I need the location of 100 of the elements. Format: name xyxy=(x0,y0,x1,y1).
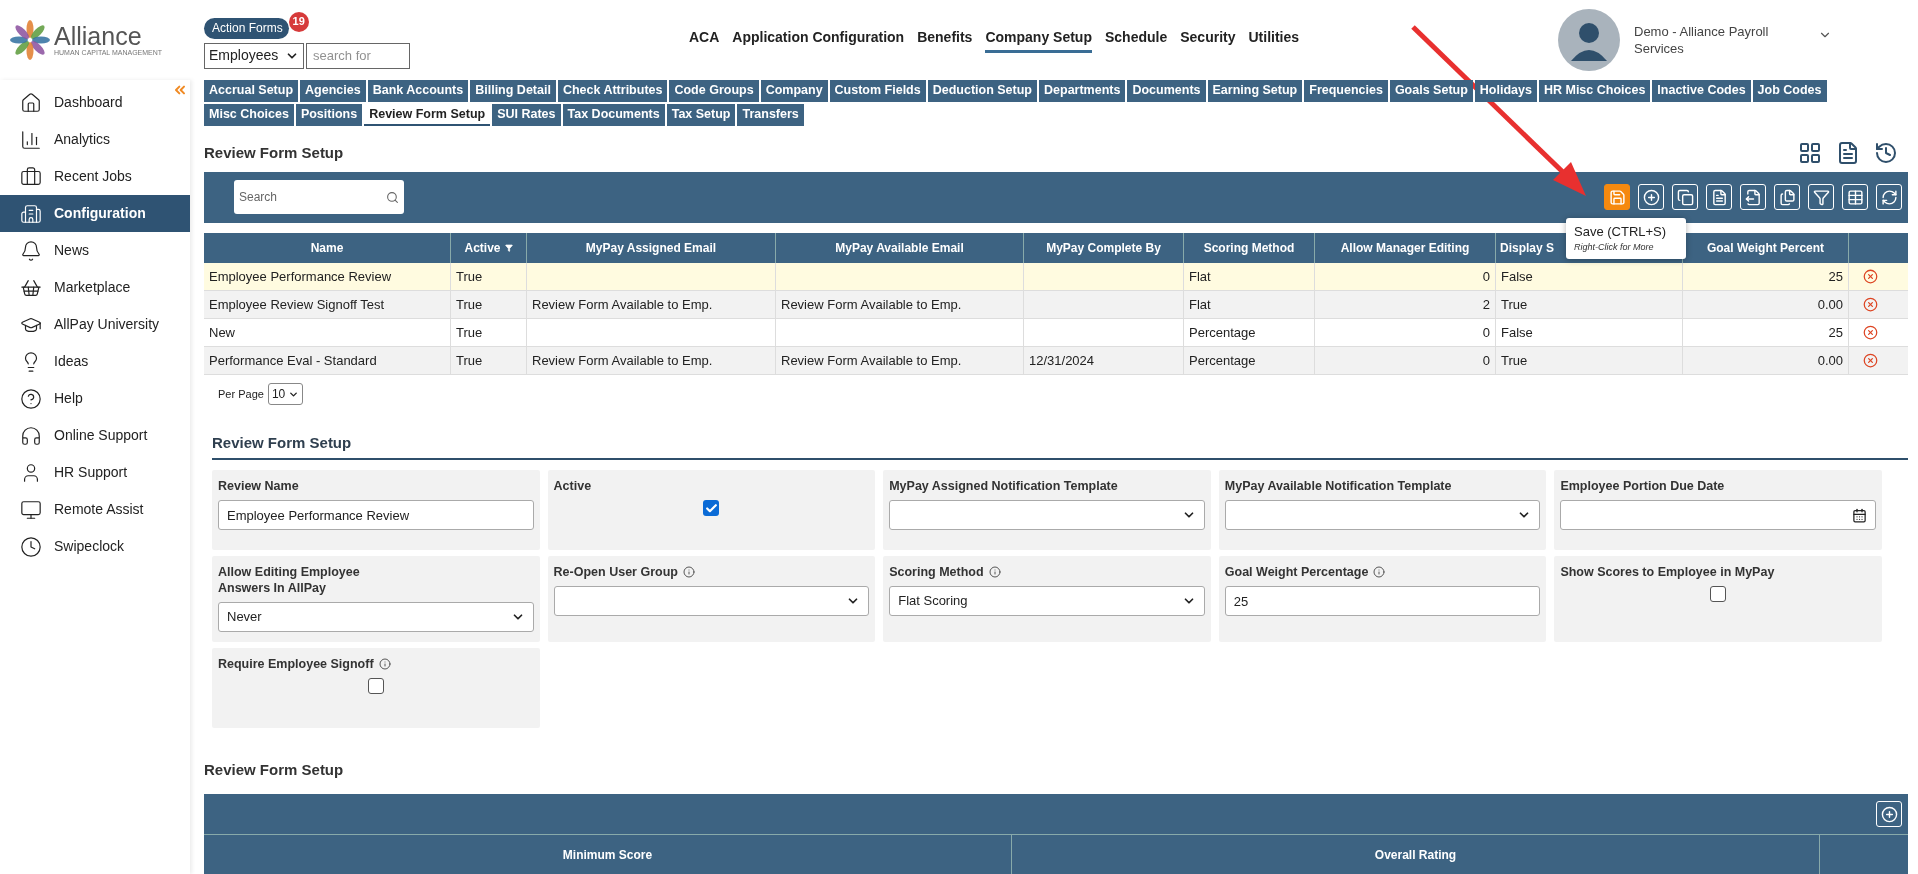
field-label: Allow Editing Employee Answers In AllPay xyxy=(218,564,361,596)
select-field[interactable] xyxy=(1224,500,1541,530)
select-field[interactable] xyxy=(553,586,870,616)
delete-icon[interactable] xyxy=(1863,325,1878,340)
nav-link[interactable]: Benefits xyxy=(917,27,973,53)
add-button[interactable] xyxy=(1638,184,1664,211)
tab[interactable]: Custom Fields xyxy=(829,80,926,102)
sidebar-item[interactable]: Help xyxy=(0,380,190,417)
table-cell-text: True xyxy=(456,323,483,342)
filter-button[interactable] xyxy=(1808,184,1834,211)
text-field[interactable]: 25 xyxy=(1224,586,1541,616)
checkbox[interactable] xyxy=(367,678,384,694)
tab[interactable]: Tax Documents xyxy=(562,104,665,126)
document-icon[interactable] xyxy=(1836,140,1860,165)
select-field[interactable] xyxy=(889,500,1205,530)
tab[interactable]: HR Misc Choices xyxy=(1538,80,1651,102)
document-button[interactable] xyxy=(1706,184,1732,211)
tab[interactable]: Inactive Codes xyxy=(1652,80,1751,102)
tab[interactable]: Agencies xyxy=(300,80,366,102)
grid-view-icon[interactable] xyxy=(1798,140,1822,165)
checkbox[interactable] xyxy=(703,500,720,516)
sort-icon[interactable] xyxy=(504,244,513,252)
tab[interactable]: Billing Detail xyxy=(470,80,556,102)
tab[interactable]: SUI Rates xyxy=(492,104,561,126)
tab[interactable]: Departments xyxy=(1039,80,1126,102)
checkbox[interactable] xyxy=(1710,586,1727,602)
save-icon xyxy=(1608,188,1626,206)
nav-link[interactable]: ACA xyxy=(688,27,720,53)
sidebar-item[interactable]: Dashboard xyxy=(0,84,190,121)
tab[interactable]: Goals Setup xyxy=(1389,80,1473,102)
nav-link[interactable]: Schedule xyxy=(1104,27,1168,53)
field-label: Employee Portion Due Date xyxy=(1560,478,1725,494)
table-cell-text: Review Form Available to Emp. xyxy=(781,295,962,314)
sidebar-item[interactable]: Swipeclock xyxy=(0,528,190,565)
sidebar-item[interactable]: Ideas xyxy=(0,343,190,380)
nav-link[interactable]: Company Setup xyxy=(985,27,1092,53)
sidebar-item[interactable]: Online Support xyxy=(0,417,190,454)
sidebar-item[interactable]: Marketplace xyxy=(0,269,190,306)
copy-button[interactable] xyxy=(1774,184,1800,211)
per-page-select[interactable]: 10 xyxy=(267,383,304,405)
table-icon xyxy=(1846,188,1864,206)
sidebar-item[interactable]: Analytics xyxy=(0,121,190,158)
field-label: Review Name xyxy=(218,478,299,494)
history-icon[interactable] xyxy=(1874,140,1898,165)
tab[interactable]: Job Codes xyxy=(1752,80,1827,102)
table-button[interactable] xyxy=(1842,184,1868,211)
sidebar-item[interactable]: Configuration xyxy=(0,195,190,232)
table-row[interactable]: New True Percentage 0 False 25 xyxy=(204,319,1908,347)
nav-link[interactable]: Security xyxy=(1180,27,1236,53)
sidebar-item[interactable]: News xyxy=(0,232,190,269)
tab[interactable]: Documents xyxy=(1127,80,1206,102)
tab[interactable]: Earning Setup xyxy=(1207,80,1303,102)
sidebar-item[interactable]: Remote Assist xyxy=(0,491,190,528)
column-header[interactable]: Overall Rating xyxy=(1012,835,1820,874)
field-label: MyPay Assigned Notification Template xyxy=(889,478,1118,494)
table-cell-text: 0 xyxy=(1482,267,1490,286)
scope-select[interactable]: Employees xyxy=(204,42,304,69)
tab[interactable]: Positions xyxy=(295,104,363,126)
user-name[interactable]: Demo - Alliance Payroll Services xyxy=(1634,23,1804,57)
table-row[interactable]: Performance Eval - Standard True Review Form Available to Emp. Review Form Available to Emp. 12/31/2024 Percentage 0 True 0.00 xyxy=(204,347,1908,375)
table-cell-text: False xyxy=(1501,267,1533,286)
save-button[interactable] xyxy=(1604,184,1630,211)
tab[interactable]: Holidays xyxy=(1474,80,1537,102)
sidebar-item[interactable]: Recent Jobs xyxy=(0,158,190,195)
date-field[interactable] xyxy=(1560,500,1876,530)
tab[interactable]: Company xyxy=(760,80,828,102)
search-field[interactable]: search for xyxy=(306,42,410,69)
duplicate-button[interactable] xyxy=(1672,184,1698,211)
delete-icon[interactable] xyxy=(1863,353,1878,368)
select-field[interactable]: Flat Scoring xyxy=(889,586,1205,616)
tab[interactable]: Bank Accounts xyxy=(367,80,469,102)
delete-icon[interactable] xyxy=(1863,297,1878,312)
tab[interactable]: Deduction Setup xyxy=(927,80,1037,102)
tab[interactable]: Tax Setup xyxy=(666,104,736,126)
action-forms-button[interactable]: Action Forms xyxy=(204,17,289,39)
refresh-button[interactable] xyxy=(1876,184,1902,211)
sidebar-item[interactable]: AllPay University xyxy=(0,306,190,343)
column-header[interactable]: Minimum Score xyxy=(204,835,1012,874)
section-title: Review Form Setup xyxy=(204,761,344,778)
text-field[interactable]: Employee Performance Review xyxy=(218,500,534,530)
grid-search-field[interactable]: Search xyxy=(234,180,404,215)
tab[interactable]: Transfers xyxy=(737,104,804,126)
tab[interactable]: Misc Choices xyxy=(204,104,294,126)
tab[interactable]: Accrual Setup xyxy=(204,80,299,102)
per-page-label: Per Page xyxy=(218,386,264,402)
select-field[interactable]: Never xyxy=(218,602,534,632)
calendar-icon[interactable] xyxy=(1852,507,1867,523)
delete-icon[interactable] xyxy=(1863,269,1878,284)
sidebar-item[interactable]: HR Support xyxy=(0,454,190,491)
nav-link[interactable]: Utilities xyxy=(1248,27,1300,53)
table-row[interactable]: Employee Performance Review True Flat 0 False 25 xyxy=(204,263,1908,291)
add-button[interactable] xyxy=(1876,801,1902,827)
tab[interactable]: Check Attributes xyxy=(557,80,668,102)
tab[interactable]: Code Groups xyxy=(669,80,759,102)
table-cell-text: 12/31/2024 xyxy=(1029,351,1095,370)
table-row[interactable]: Employee Review Signoff Test True Review Form Available to Emp. Review Form Available to Emp. Flat 2 True 0.00 xyxy=(204,291,1908,319)
field-label: Active xyxy=(553,478,592,494)
tab[interactable]: Frequencies xyxy=(1304,80,1388,102)
nav-link[interactable]: Application Configuration xyxy=(732,27,905,53)
export-button[interactable] xyxy=(1740,184,1766,211)
